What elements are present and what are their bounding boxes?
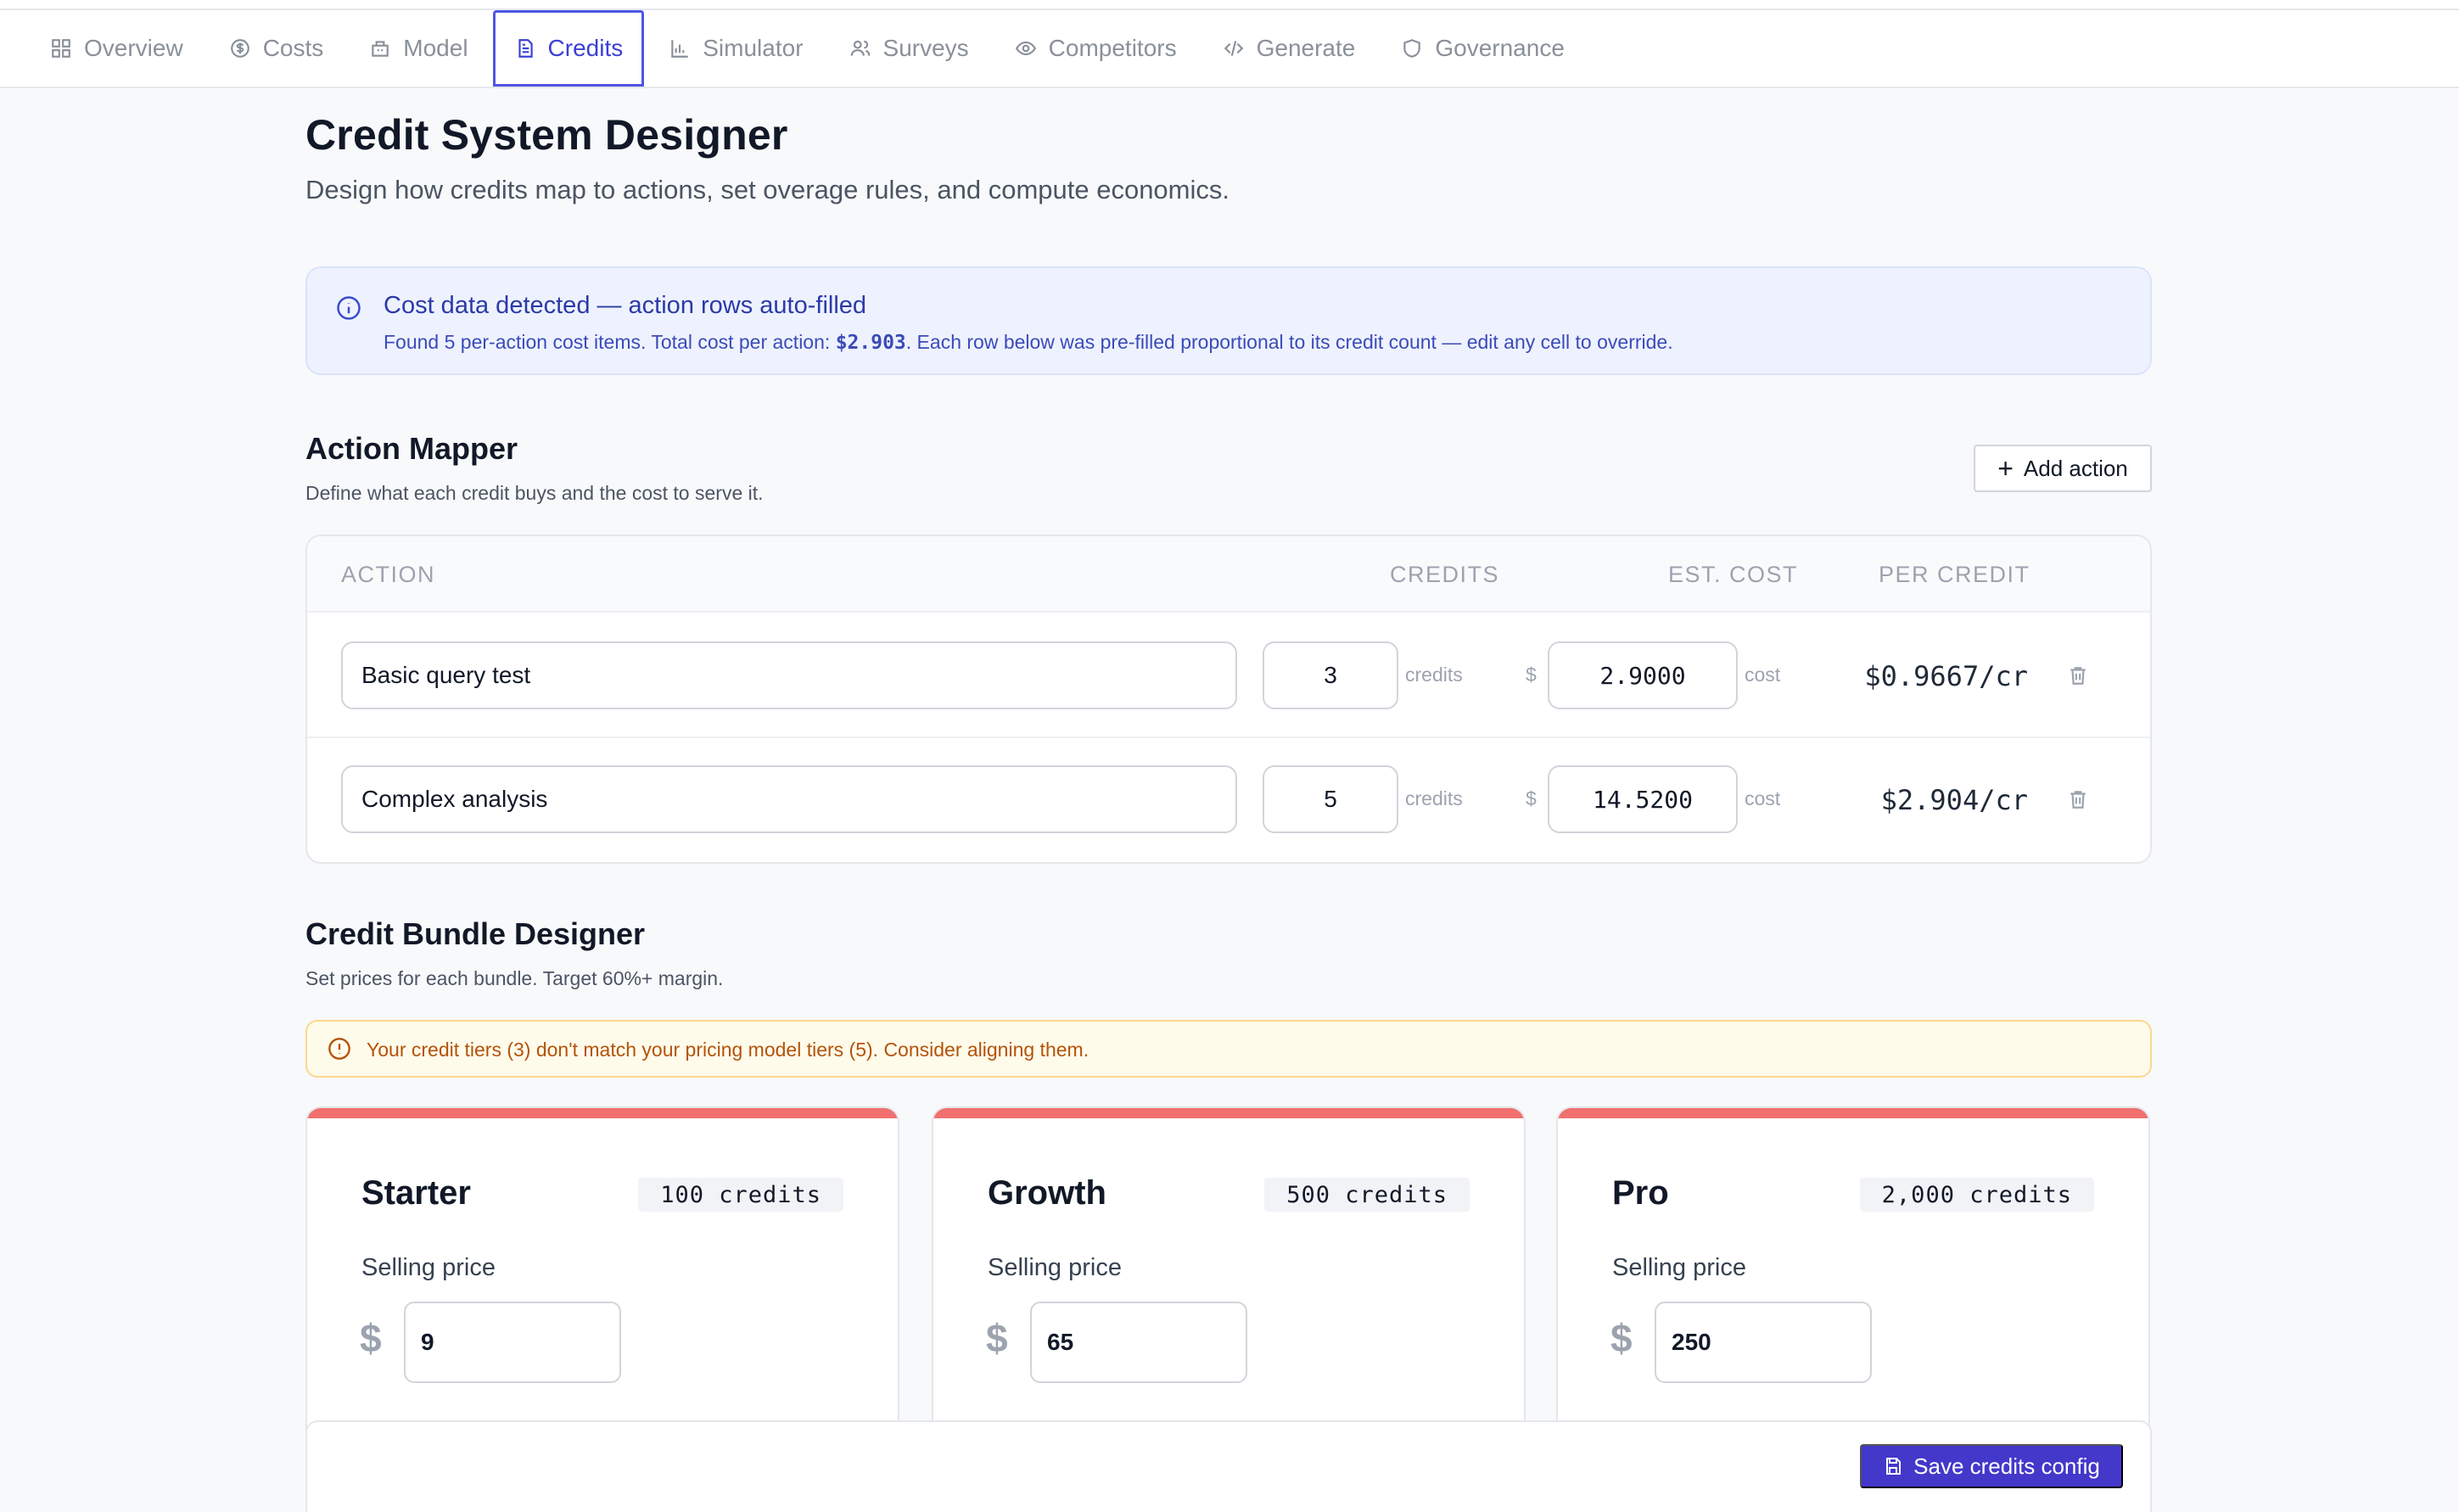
- action-mapper-title: Action Mapper: [305, 431, 518, 466]
- cost-unit: cost: [1745, 664, 1781, 686]
- tab-label: Competitors: [1048, 35, 1177, 61]
- column-header-per-credit: PER CREDIT: [1879, 562, 2030, 587]
- currency-symbol: $: [360, 1316, 382, 1360]
- plus-icon: +: [1997, 453, 2014, 484]
- info-banner-title: Cost data detected — action rows auto-fi…: [384, 292, 867, 319]
- selling-price-input[interactable]: 65: [1030, 1302, 1247, 1383]
- column-header-action: ACTION: [341, 562, 436, 587]
- action-table: ACTION CREDITS EST. COST PER CREDIT Basi…: [305, 535, 2152, 864]
- bundle-card-starter: Starter 100 credits Selling price $ 9: [305, 1106, 899, 1446]
- action-mapper-subtitle: Define what each credit buys and the cos…: [305, 482, 764, 504]
- credits-input[interactable]: 3: [1263, 641, 1398, 709]
- tab-bar: Overview Costs Model Credits Simulator S…: [0, 10, 2459, 88]
- cost-unit: cost: [1745, 787, 1781, 809]
- page-title: Credit System Designer: [305, 111, 788, 159]
- building-icon: [372, 41, 389, 57]
- selling-price-label: Selling price: [988, 1254, 1122, 1281]
- bundle-accent-bar: [1558, 1108, 2148, 1118]
- bundle-credits-badge: 100 credits: [638, 1178, 843, 1212]
- selling-price-input[interactable]: 9: [404, 1302, 621, 1383]
- tab-overview[interactable]: Overview: [29, 10, 204, 87]
- tab-costs[interactable]: Costs: [208, 10, 345, 87]
- bundle-credits-badge: 500 credits: [1264, 1178, 1470, 1212]
- page-subtitle: Design how credits map to actions, set o…: [305, 175, 1230, 204]
- tab-label: Governance: [1435, 35, 1565, 61]
- table-header: ACTION CREDITS EST. COST PER CREDIT: [307, 536, 2150, 613]
- table-row: Basic query test 3 credits $ 2.9000 cost…: [307, 614, 2150, 738]
- credits-input[interactable]: 5: [1263, 765, 1398, 833]
- bundle-name: Starter: [361, 1174, 471, 1212]
- selling-price-label: Selling price: [1612, 1254, 1746, 1281]
- table-row: Complex analysis 5 credits $ 14.5200 cos…: [307, 740, 2150, 862]
- tab-credits[interactable]: Credits: [492, 10, 645, 87]
- currency-symbol: $: [986, 1316, 1008, 1360]
- tab-label: Overview: [84, 35, 183, 61]
- credits-unit: credits: [1405, 787, 1463, 809]
- eye-icon: [1015, 41, 1036, 56]
- dollar-circle-icon: [230, 39, 249, 58]
- bundle-card-pro: Pro 2,000 credits Selling price $ 250: [1556, 1106, 2150, 1446]
- selling-price-label: Selling price: [361, 1254, 496, 1281]
- trash-icon[interactable]: [2067, 787, 2089, 811]
- per-credit-value: $0.9667/cr: [1864, 660, 2028, 692]
- bundle-card-growth: Growth 500 credits Selling price $ 65: [932, 1106, 1526, 1446]
- users-icon: [850, 40, 870, 56]
- info-banner-text: Found 5 per-action cost items. Total cos…: [384, 331, 1673, 354]
- alert-circle-icon: [328, 1038, 350, 1060]
- window-top-strip: [0, 0, 2459, 10]
- per-credit-value: $2.904/cr: [1880, 784, 2028, 816]
- currency-symbol: $: [1526, 664, 1537, 686]
- tab-simulator[interactable]: Simulator: [647, 10, 824, 87]
- total-cost-value: $2.903: [835, 332, 906, 354]
- currency-symbol: $: [1610, 1316, 1633, 1360]
- action-name-input[interactable]: Complex analysis: [341, 765, 1237, 833]
- info-icon: [337, 296, 361, 320]
- bundle-name: Growth: [988, 1174, 1106, 1212]
- tab-label: Model: [403, 35, 468, 61]
- save-button-label: Save credits config: [1913, 1453, 2100, 1479]
- tab-competitors[interactable]: Competitors: [994, 10, 1198, 87]
- tab-label: Costs: [262, 35, 324, 61]
- bundle-designer-subtitle: Set prices for each bundle. Target 60%+ …: [305, 967, 724, 989]
- save-credits-config-button[interactable]: Save credits config: [1860, 1444, 2123, 1488]
- currency-symbol: $: [1526, 787, 1537, 809]
- code-icon: [1224, 41, 1243, 56]
- info-text-part: Found 5 per-action cost items. Total cos…: [384, 331, 836, 353]
- grid-icon: [52, 39, 70, 58]
- action-name-input[interactable]: Basic query test: [341, 641, 1237, 709]
- tab-label: Generate: [1256, 35, 1356, 61]
- add-action-label: Add action: [2023, 455, 2128, 481]
- trash-icon[interactable]: [2067, 664, 2089, 687]
- tab-label: Surveys: [882, 35, 969, 61]
- tab-model[interactable]: Model: [348, 10, 489, 87]
- bundle-designer-title: Credit Bundle Designer: [305, 916, 646, 951]
- column-header-est-cost: EST. COST: [1668, 562, 1799, 587]
- tab-governance[interactable]: Governance: [1380, 10, 1586, 87]
- tab-generate[interactable]: Generate: [1201, 10, 1377, 87]
- column-header-credits: CREDITS: [1390, 562, 1500, 587]
- warning-text: Your credit tiers (3) don't match your p…: [367, 1039, 1089, 1061]
- bundle-name: Pro: [1612, 1174, 1669, 1212]
- tier-mismatch-warning: Your credit tiers (3) don't match your p…: [305, 1020, 2152, 1078]
- bundle-credits-badge: 2,000 credits: [1859, 1178, 2094, 1212]
- cost-data-info-banner: Cost data detected — action rows auto-fi…: [305, 266, 2152, 375]
- sticky-footer-bar: Save credits config: [305, 1420, 2152, 1512]
- save-icon: [1886, 1458, 1902, 1475]
- tab-label: Simulator: [703, 35, 804, 61]
- bundle-accent-bar: [307, 1108, 898, 1118]
- cost-input[interactable]: 2.9000: [1548, 641, 1738, 709]
- shield-icon: [1403, 39, 1421, 58]
- tab-surveys[interactable]: Surveys: [828, 10, 990, 87]
- cost-input[interactable]: 14.5200: [1548, 765, 1738, 833]
- document-icon: [518, 39, 533, 58]
- bar-chart-icon: [671, 40, 688, 58]
- tab-label: Credits: [547, 35, 624, 61]
- add-action-button[interactable]: + Add action: [1974, 445, 2152, 492]
- bundle-accent-bar: [933, 1108, 1524, 1118]
- selling-price-input[interactable]: 250: [1655, 1302, 1872, 1383]
- info-text-part: . Each row below was pre-filled proporti…: [905, 331, 1673, 353]
- credits-unit: credits: [1405, 664, 1463, 686]
